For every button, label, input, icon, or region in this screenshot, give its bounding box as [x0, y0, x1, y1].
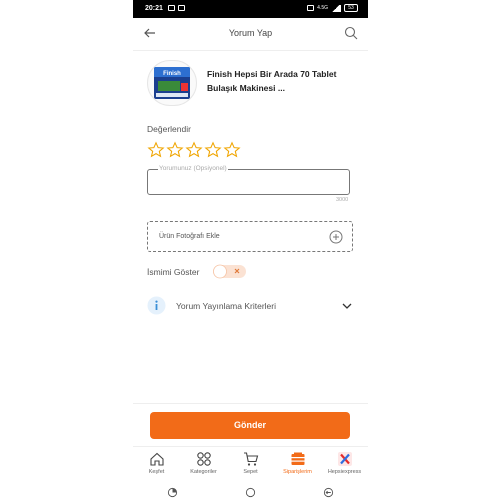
product-package-graphic: Finish — [154, 67, 190, 99]
recent-apps-icon[interactable] — [167, 487, 178, 498]
tab-kesfet[interactable]: Keşfet — [133, 447, 180, 481]
star-icon[interactable] — [185, 141, 203, 159]
star-icon[interactable] — [204, 141, 222, 159]
message-icon — [168, 5, 175, 11]
product-name: Finish Hepsi Bir Arada 70 Tablet Bulaşık… — [207, 69, 337, 93]
divider — [133, 403, 368, 404]
bottom-tab-bar: Keşfet Kategoriler Sepet Siparişlerim He… — [133, 446, 368, 481]
tab-sepet[interactable]: Sepet — [227, 447, 274, 481]
network-type: 4.5G — [317, 4, 328, 11]
battery-icon: 53 — [344, 4, 358, 12]
star-icon[interactable] — [223, 141, 241, 159]
star-rating[interactable] — [147, 141, 241, 159]
app-header: Yorum Yap — [133, 18, 368, 51]
tab-hepsiexpress[interactable]: Hepsiexpress — [321, 447, 368, 481]
show-name-label: İsmimi Göster — [147, 267, 200, 277]
home-icon — [149, 452, 164, 466]
alarm-icon — [307, 5, 315, 11]
plus-circle-icon — [329, 230, 343, 244]
signal-icon — [331, 4, 341, 12]
tab-kategoriler[interactable]: Kategoriler — [180, 447, 227, 481]
tab-siparislerim[interactable]: Siparişlerim — [274, 447, 321, 481]
rating-label: Değerlendir — [147, 124, 191, 134]
character-counter: 3000 — [336, 197, 349, 203]
comment-placeholder: Yorumunuz (Opsiyonel) — [158, 165, 228, 172]
criteria-label: Yorum Yayınlama Kriterleri — [176, 301, 276, 311]
brand-logo-text: Finish — [163, 71, 181, 77]
status-bar: 20:21 4.5G 53 — [133, 0, 368, 18]
notification-icon — [178, 5, 185, 11]
star-icon[interactable] — [147, 141, 165, 159]
comment-input[interactable]: Yorumunuz (Opsiyonel) — [147, 165, 350, 195]
back-nav-icon[interactable] — [323, 487, 334, 498]
tab-label: Siparişlerim — [283, 469, 312, 475]
notification-icons — [168, 5, 185, 11]
info-icon — [147, 296, 166, 315]
page-title: Yorum Yap — [228, 28, 273, 38]
add-photo-button[interactable]: Ürün Fotoğrafı Ekle — [147, 221, 353, 252]
orders-icon — [291, 452, 304, 465]
system-nav-bar — [133, 484, 368, 500]
show-name-toggle[interactable] — [212, 263, 247, 280]
product-card: Finish Finish Hepsi Bir Arada 70 Tablet … — [147, 58, 357, 108]
phone-screen: 20:21 4.5G 53 Yorum Yap Finish Finish He… — [133, 0, 368, 500]
tab-label: Hepsiexpress — [327, 469, 362, 475]
tab-label: Keşfet — [148, 469, 165, 475]
categories-icon — [196, 452, 211, 466]
tab-label: Kategoriler — [190, 469, 217, 475]
chevron-down-icon — [342, 303, 352, 309]
hepsiexpress-icon — [337, 452, 352, 466]
submit-button[interactable]: Gönder — [150, 412, 350, 439]
star-icon[interactable] — [166, 141, 184, 159]
home-nav-icon[interactable] — [245, 487, 256, 498]
criteria-accordion[interactable]: Yorum Yayınlama Kriterleri — [147, 296, 353, 316]
product-image: Finish — [147, 60, 197, 106]
tab-label: Sepet — [243, 469, 258, 475]
status-time: 20:21 — [145, 5, 163, 12]
cart-icon — [243, 452, 258, 466]
add-photo-label: Ürün Fotoğrafı Ekle — [159, 233, 220, 240]
status-right: 4.5G 53 — [307, 4, 358, 12]
search-icon[interactable] — [344, 26, 358, 40]
